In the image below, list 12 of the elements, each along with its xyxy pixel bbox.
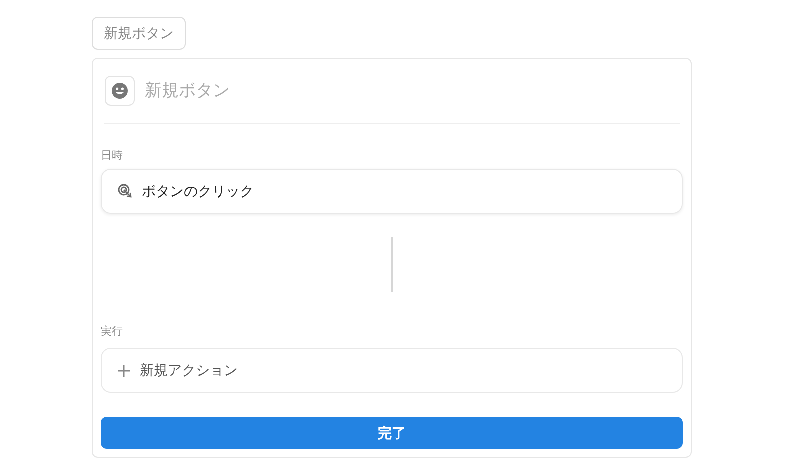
- section-label: 日時: [101, 149, 124, 164]
- title-button[interactable]: 新規ボタン: [92, 17, 186, 50]
- done-button[interactable]: 完了: [101, 417, 683, 449]
- trigger-item[interactable]: ボタンのクリック: [101, 168, 683, 214]
- add-action-label: 新規アクション: [140, 361, 238, 380]
- cursor-click-icon: [118, 184, 132, 198]
- trigger-label: ボタンのクリック: [142, 182, 254, 200]
- smiley-icon: [111, 82, 129, 100]
- section-label: 実行: [101, 324, 124, 340]
- add-action-item[interactable]: 新規アクション: [101, 348, 683, 393]
- plus-icon: [118, 364, 130, 376]
- emoji-button[interactable]: [105, 76, 135, 106]
